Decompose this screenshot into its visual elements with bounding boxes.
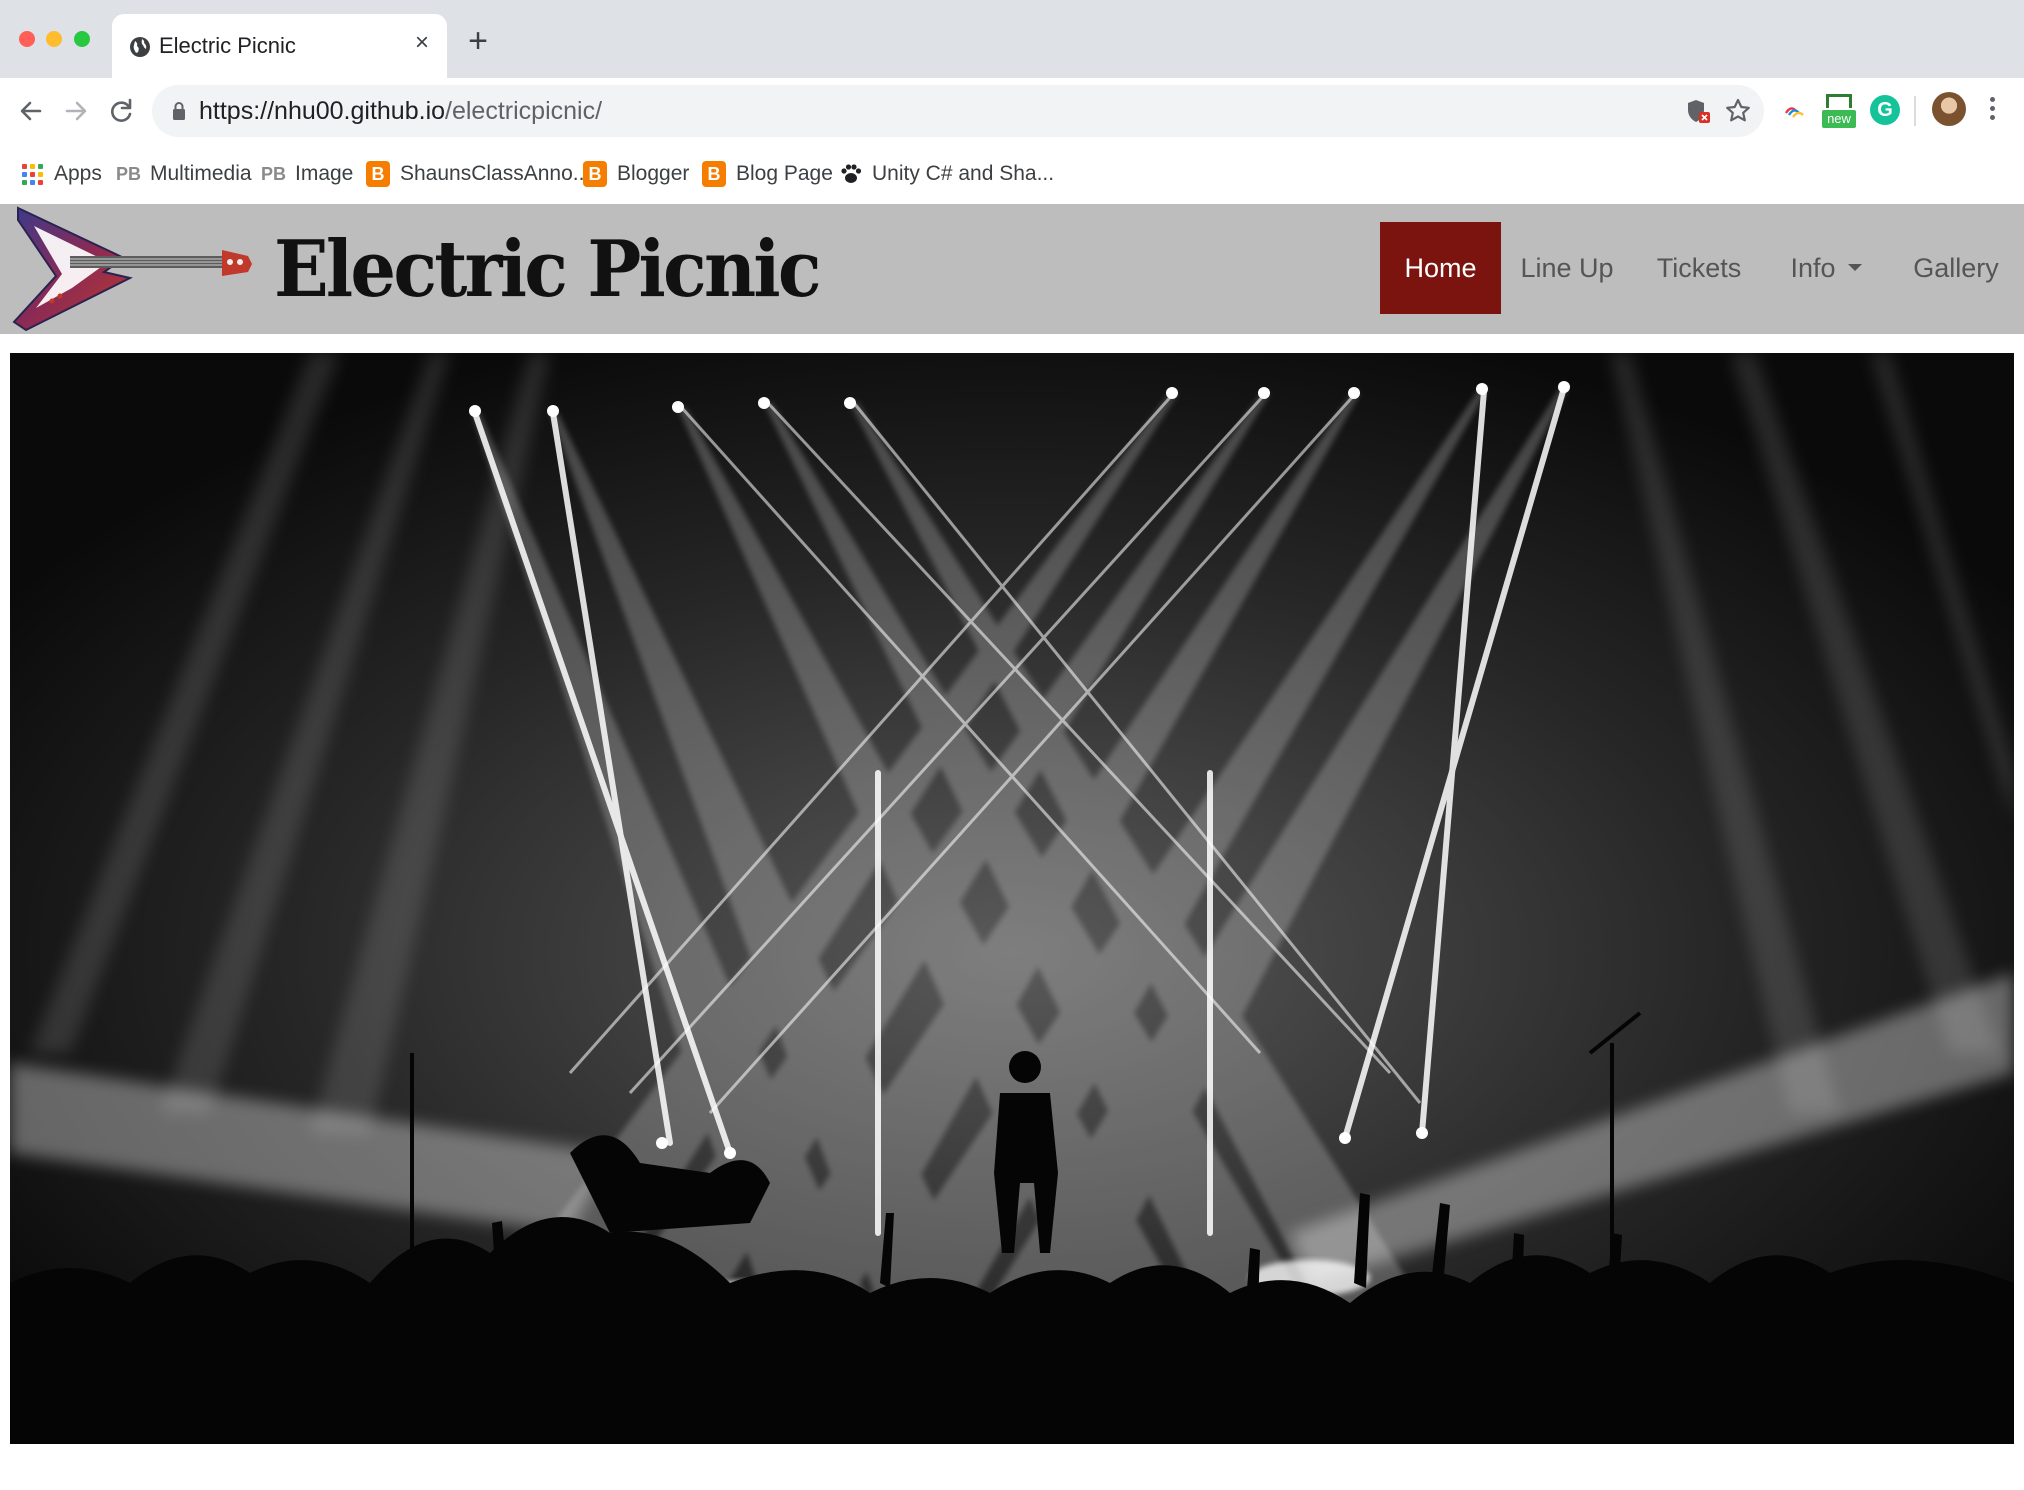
paw-icon (841, 164, 862, 183)
browser-menu-icon[interactable] (1988, 94, 1996, 128)
caret-down-icon (1847, 264, 1862, 272)
url-host: https://nhu00.github.io (199, 97, 446, 125)
browser-tab[interactable]: Electric Picnic × (112, 14, 447, 78)
bookmark-label: Unity C# and Sha... (872, 162, 1055, 185)
window-close-button[interactable] (19, 31, 35, 47)
nav-line-up[interactable]: Line Up (1516, 222, 1618, 314)
browser-tabstrip: Electric Picnic × + (0, 0, 2024, 78)
reload-button[interactable] (104, 94, 138, 128)
bookmark-blog-page[interactable]: B Blog Page (702, 158, 833, 190)
bookmark-unity[interactable]: Unity C# and Sha... (838, 158, 1054, 190)
nav-info-dropdown[interactable]: Info (1780, 222, 1872, 314)
lock-icon (173, 102, 185, 120)
nav-info-label: Info (1790, 253, 1836, 283)
blogger-icon: B (583, 161, 607, 187)
nav-tickets[interactable]: Tickets (1652, 222, 1746, 314)
nav-home[interactable]: Home (1380, 222, 1501, 314)
globe-icon (130, 37, 150, 57)
bookmark-label: Image (295, 162, 354, 185)
extension-new-badge: new (1822, 110, 1856, 128)
web-page: Electric Picnic Home Line Up Tickets Inf… (0, 204, 2024, 1490)
apps-grid-icon (20, 161, 46, 187)
window-minimize-button[interactable] (46, 31, 62, 47)
window-zoom-button[interactable] (74, 31, 90, 47)
bookmark-label: ShaunsClassAnno... (400, 162, 591, 185)
bookmark-shaunsclassanno[interactable]: B ShaunsClassAnno... (366, 158, 590, 190)
back-button[interactable] (14, 94, 48, 128)
extension-new-frame (1826, 94, 1852, 108)
bookmark-label: Multimedia (150, 162, 252, 185)
profile-avatar[interactable] (1932, 92, 1966, 126)
bookmark-star-icon[interactable] (1724, 97, 1752, 125)
extension-new-icon[interactable]: new (1822, 94, 1856, 134)
blogger-icon: B (702, 161, 726, 187)
hero-concert-image (10, 353, 2014, 1444)
site-brand-title[interactable]: Electric Picnic (274, 224, 822, 315)
bookmark-blogger[interactable]: B Blogger (583, 158, 693, 190)
address-bar[interactable]: https://nhu00.github.io/electricpicnic/ (152, 85, 1764, 137)
url-path: /electricpicnic/ (445, 97, 603, 125)
reload-icon (111, 98, 132, 122)
new-tab-button[interactable]: + (462, 24, 494, 58)
bookmark-image[interactable]: PB Image (261, 158, 354, 190)
bookmarks-bar: Apps PB Multimedia PB Image B ShaunsClas… (0, 144, 2024, 204)
extension-color-icon[interactable] (1780, 96, 1810, 126)
arrow-right-icon (65, 101, 87, 121)
tab-close-icon[interactable]: × (409, 30, 435, 56)
bookmark-apps[interactable]: Apps (20, 158, 102, 190)
concert-lights-illustration (10, 353, 2014, 1444)
browser-toolbar: https://nhu00.github.io/electricpicnic/ … (0, 78, 2024, 144)
tracker-shield-icon[interactable] (1684, 97, 1712, 125)
nav-gallery[interactable]: Gallery (1902, 222, 2010, 314)
arrow-left-icon (20, 101, 42, 121)
pb-icon: PB (261, 164, 287, 184)
grammarly-icon[interactable]: G (1870, 95, 1900, 125)
bookmark-label: Blog Page (736, 162, 833, 185)
bookmark-label: Apps (54, 162, 102, 185)
site-navbar: Electric Picnic Home Line Up Tickets Inf… (0, 204, 2024, 334)
pb-icon: PB (116, 164, 142, 184)
url-text: https://nhu00.github.io/electricpicnic/ (199, 97, 602, 126)
blogger-icon: B (366, 161, 390, 187)
forward-button[interactable] (59, 94, 93, 128)
bookmark-multimedia[interactable]: PB Multimedia (116, 158, 252, 190)
bookmark-label: Blogger (617, 162, 690, 185)
tab-title: Electric Picnic (159, 33, 296, 58)
guitar-logo-icon[interactable] (12, 206, 252, 332)
toolbar-divider (1914, 96, 1916, 126)
